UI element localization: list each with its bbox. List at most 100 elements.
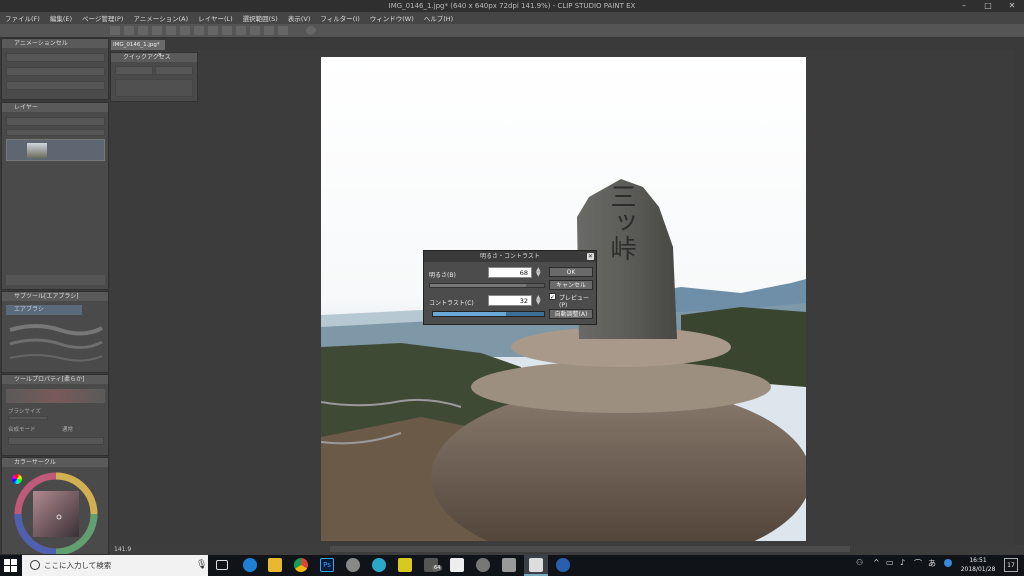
app-icon-2[interactable]: [372, 558, 386, 572]
brightness-spinner-icon[interactable]: ▲ ▼: [536, 267, 543, 278]
windows-start-icon[interactable]: [4, 559, 17, 572]
dialog-close-icon[interactable]: ✕: [587, 253, 594, 260]
menu-layer[interactable]: レイヤー(L): [193, 13, 238, 23]
blend-mode-label: 合成モード: [8, 427, 36, 433]
ok-button[interactable]: OK: [549, 267, 593, 277]
clip-studio-taskbar-button[interactable]: [524, 555, 548, 576]
preview-checkbox[interactable]: ✓: [549, 293, 556, 301]
tool-property-header[interactable]: ツールプロパティ[柔らか]: [2, 375, 108, 384]
minimize-icon[interactable]: –: [952, 0, 976, 12]
blend-mode-value[interactable]: 通常: [62, 425, 73, 433]
save-icon[interactable]: [138, 26, 148, 35]
menu-filter[interactable]: フィルター(I): [315, 13, 364, 23]
color-wheel[interactable]: [6, 470, 106, 554]
app-icon-3[interactable]: [398, 558, 412, 572]
contrast-spinner-icon[interactable]: ▲ ▼: [536, 295, 543, 306]
brightness-input[interactable]: 68: [488, 267, 532, 278]
file-explorer-icon[interactable]: [268, 558, 282, 572]
layer-row[interactable]: [6, 139, 105, 161]
auto-adjust-button[interactable]: 自動調整(A): [549, 309, 593, 319]
redo-icon[interactable]: [166, 26, 176, 35]
contrast-input[interactable]: 32: [488, 295, 532, 306]
app-icon-1[interactable]: [346, 558, 360, 572]
app-icon-4[interactable]: [476, 558, 490, 572]
menu-help[interactable]: ヘルプ(H): [419, 13, 458, 23]
action-center-icon[interactable]: 17: [1004, 558, 1018, 572]
horizontal-scrollbar[interactable]: [330, 546, 850, 552]
crop-icon[interactable]: [236, 26, 246, 35]
brush-size-slider[interactable]: [8, 416, 48, 420]
transform-icon[interactable]: [194, 26, 204, 35]
microphone-icon[interactable]: 🎙: [196, 560, 207, 570]
maximize-icon[interactable]: □: [976, 0, 1000, 12]
brush-strokes-preview[interactable]: [6, 320, 106, 368]
menu-view[interactable]: 表示(V): [283, 13, 316, 23]
dialog-title: 明るさ・コントラスト: [424, 251, 596, 262]
blend-mode-select[interactable]: [6, 117, 105, 126]
close-window-icon[interactable]: ✕: [1000, 0, 1024, 12]
quick-access-item[interactable]: [115, 66, 153, 75]
layer-footer-tools[interactable]: [6, 275, 105, 285]
menu-animation[interactable]: アニメーション(A): [128, 13, 193, 23]
menu-edit[interactable]: 編集(E): [45, 13, 77, 23]
menu-selection[interactable]: 選択範囲(S): [238, 13, 283, 23]
clip-studio-launcher-icon[interactable]: [556, 558, 570, 572]
photos-icon[interactable]: [450, 558, 464, 572]
clock[interactable]: 16:51 2018/01/28: [958, 556, 998, 574]
animation-cel-row[interactable]: [6, 53, 105, 62]
document-tab[interactable]: IMG_0146_1.jpg* ×: [111, 40, 165, 58]
open-icon[interactable]: [124, 26, 134, 35]
brush-preview: [6, 389, 105, 403]
property-buttons-row[interactable]: [8, 437, 104, 445]
cancel-button[interactable]: キャンセル: [549, 280, 593, 290]
app-icon-5[interactable]: [502, 558, 516, 572]
snap-icon[interactable]: [250, 26, 260, 35]
close-tab-icon[interactable]: ×: [157, 50, 162, 60]
photoshop-icon[interactable]: Ps: [320, 558, 334, 572]
onedrive-icon[interactable]: [944, 559, 952, 567]
chrome-icon[interactable]: [294, 558, 308, 572]
task-view-icon[interactable]: [216, 560, 228, 570]
people-icon[interactable]: ⚇: [856, 558, 863, 567]
animation-cel-header[interactable]: アニメーションセル: [2, 39, 108, 48]
undo-icon[interactable]: [152, 26, 162, 35]
animation-cel-row[interactable]: [6, 67, 105, 76]
quick-access-item[interactable]: [155, 66, 193, 75]
taskbar-search-box[interactable]: ここに入力して検索: [22, 555, 208, 576]
ruler-icon[interactable]: [264, 26, 274, 35]
deselect-icon[interactable]: [208, 26, 218, 35]
layer-header[interactable]: レイヤー: [2, 103, 108, 112]
menu-file[interactable]: ファイル(F): [0, 13, 45, 23]
grid-icon[interactable]: [278, 26, 288, 35]
subtool-header[interactable]: サブツール[エアブラシ]: [2, 292, 108, 301]
ime-icon[interactable]: あ: [928, 558, 936, 569]
vertical-scrollbar[interactable]: [1014, 50, 1024, 545]
quick-access-area[interactable]: [115, 79, 193, 97]
brightness-slider[interactable]: [429, 283, 545, 288]
volume-icon[interactable]: ♪: [900, 558, 905, 567]
quick-access-panel: クイックアクセス: [110, 52, 198, 102]
menu-page[interactable]: ページ管理(P): [77, 13, 128, 23]
edge-icon[interactable]: [243, 558, 257, 572]
tool-property-panel: ツールプロパティ[柔らか] ブラシサイズ 合成モード 通常: [1, 374, 109, 456]
clear-icon[interactable]: [180, 26, 190, 35]
menu-window[interactable]: ウィンドウ(W): [365, 13, 419, 23]
network-icon[interactable]: ▭: [886, 558, 894, 567]
wifi-icon[interactable]: ⌒: [914, 558, 922, 569]
contrast-slider-fill: [433, 312, 507, 316]
subtool-group-tab[interactable]: エアブラシ: [6, 305, 82, 315]
invert-selection-icon[interactable]: [222, 26, 232, 35]
quick-access-header[interactable]: クイックアクセス: [111, 53, 197, 62]
contrast-label: コントラスト(C): [429, 300, 474, 307]
subtool-panel: サブツール[エアブラシ] エアブラシ: [1, 291, 109, 373]
layer-tools-row[interactable]: [6, 129, 105, 136]
clock-date: 2018/01/28: [960, 566, 996, 573]
contrast-slider[interactable]: [432, 311, 545, 317]
animation-cel-row[interactable]: [6, 81, 105, 90]
notification-count: 17: [1007, 562, 1015, 569]
info-icon[interactable]: [306, 26, 316, 35]
tray-chevron-icon[interactable]: ^: [873, 558, 880, 567]
zoom-value[interactable]: 141.9: [114, 546, 131, 553]
new-icon[interactable]: [110, 26, 120, 35]
color-circle-header[interactable]: カラーサークル: [2, 458, 108, 467]
